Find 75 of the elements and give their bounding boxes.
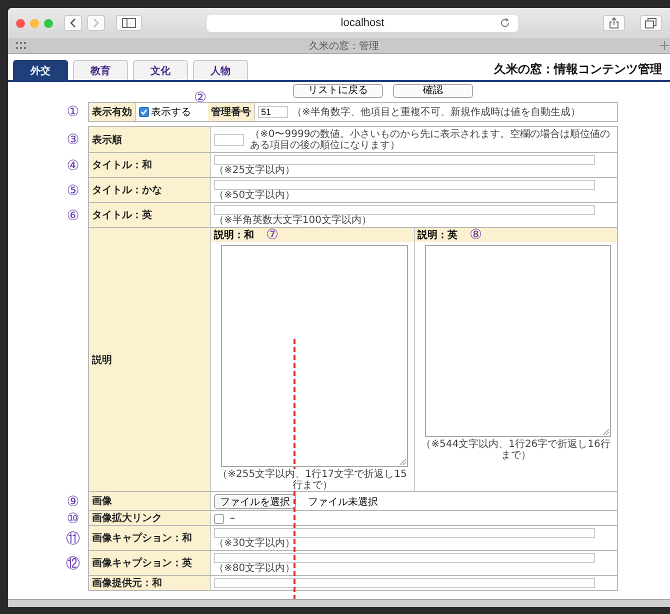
- hint-text: （※80文字以内）: [214, 563, 296, 574]
- field-label: 画像拡大リンク: [89, 511, 211, 525]
- hint-text: （※0〜9999の数値。小さいものから先に表示されます。空欄の場合は順位値のある項目の後の順位になります）: [250, 129, 612, 151]
- category-tab[interactable]: 人物: [193, 60, 248, 80]
- hint-text: （※半角英数大文字100文字以内）: [214, 215, 372, 226]
- column-header: 説明：英: [418, 228, 458, 242]
- choose-file-button[interactable]: ファイルを選択: [214, 494, 296, 509]
- resize-grip-icon[interactable]: [603, 429, 609, 435]
- field-label: タイトル：英: [89, 203, 211, 227]
- new-tab-icon[interactable]: [660, 41, 669, 50]
- hint-text: （※半角数字、他項目と重複不可、新規作成時は値を自動生成）: [292, 106, 580, 118]
- field-label: 画像: [89, 492, 211, 510]
- back-button[interactable]: [64, 15, 82, 31]
- minimize-window-button[interactable]: [30, 18, 39, 28]
- annotation-number: ⑤: [66, 184, 80, 198]
- annotation-number: ⑨: [66, 494, 80, 508]
- hint-text: （※25文字以内）: [214, 165, 296, 176]
- sidebar-button[interactable]: [116, 15, 142, 31]
- field-label: 表示有効: [89, 103, 136, 121]
- resize-grip-icon[interactable]: [400, 459, 406, 465]
- text-input[interactable]: [214, 528, 595, 538]
- annotation-number: ①: [66, 105, 80, 119]
- annotation-number: ⑩: [66, 512, 80, 526]
- field-label: 画像キャプション：和: [89, 526, 211, 550]
- tabs-icon: [645, 18, 657, 28]
- hint-text: （※50文字以内）: [214, 190, 296, 201]
- checkbox[interactable]: [139, 107, 149, 117]
- sidebar-icon: [122, 18, 136, 28]
- action-button[interactable]: リストに戻る: [293, 84, 383, 98]
- text-input[interactable]: [214, 155, 595, 165]
- chevron-right-icon: [92, 18, 100, 28]
- field-label: 画像提供元：和: [89, 576, 211, 590]
- annotation-number: ⑦: [266, 228, 279, 242]
- tabs-overview-button[interactable]: [640, 15, 662, 31]
- chevron-left-icon: [69, 18, 77, 28]
- address-bar[interactable]: localhost: [207, 14, 518, 32]
- field-label: 表示順: [89, 127, 211, 152]
- checkbox-label: –: [230, 513, 235, 524]
- annotation-number: ②: [194, 91, 207, 105]
- field-label: 説明: [89, 228, 211, 491]
- annotation-number: ③: [66, 132, 80, 146]
- text-input[interactable]: [214, 553, 595, 563]
- field-label: タイトル：かな: [89, 178, 211, 202]
- annotation-number: ⑥: [66, 208, 80, 222]
- annotation-number: ⑪: [66, 532, 80, 546]
- text-input[interactable]: [214, 578, 595, 588]
- text-area[interactable]: [424, 245, 611, 437]
- grid-icon[interactable]: [16, 42, 26, 49]
- annotation-number: ⑧: [470, 228, 482, 242]
- field-label: 管理番号: [208, 103, 255, 121]
- close-window-button[interactable]: [16, 18, 25, 28]
- column-header: 説明：和: [214, 228, 254, 242]
- page-title: 久米の窓：情報コンテンツ管理: [494, 60, 662, 78]
- share-button[interactable]: [603, 15, 625, 31]
- text-input[interactable]: [214, 205, 595, 215]
- zoom-window-button[interactable]: [44, 18, 53, 28]
- checkbox[interactable]: [214, 514, 224, 524]
- field-label: 画像キャプション：英: [89, 551, 211, 575]
- number-input[interactable]: 51: [258, 106, 288, 118]
- text-input[interactable]: [214, 180, 595, 190]
- text-area[interactable]: [221, 245, 408, 467]
- annotation-number: ⑫: [66, 556, 80, 570]
- hint-text: （※30文字以内）: [214, 538, 296, 549]
- category-tab[interactable]: 教育: [73, 60, 128, 80]
- reload-icon[interactable]: [500, 18, 510, 28]
- action-button[interactable]: 確認: [393, 84, 473, 98]
- annotation-number: ④: [66, 158, 80, 172]
- order-input[interactable]: [214, 134, 244, 146]
- share-icon: [609, 17, 619, 29]
- category-tab[interactable]: 外交: [13, 60, 68, 80]
- checkbox-label[interactable]: 表示する: [151, 105, 191, 119]
- file-status: ファイル未選択: [308, 496, 378, 508]
- forward-button[interactable]: [87, 15, 105, 31]
- field-label: タイトル：和: [89, 153, 211, 177]
- category-tab[interactable]: 文化: [133, 60, 188, 80]
